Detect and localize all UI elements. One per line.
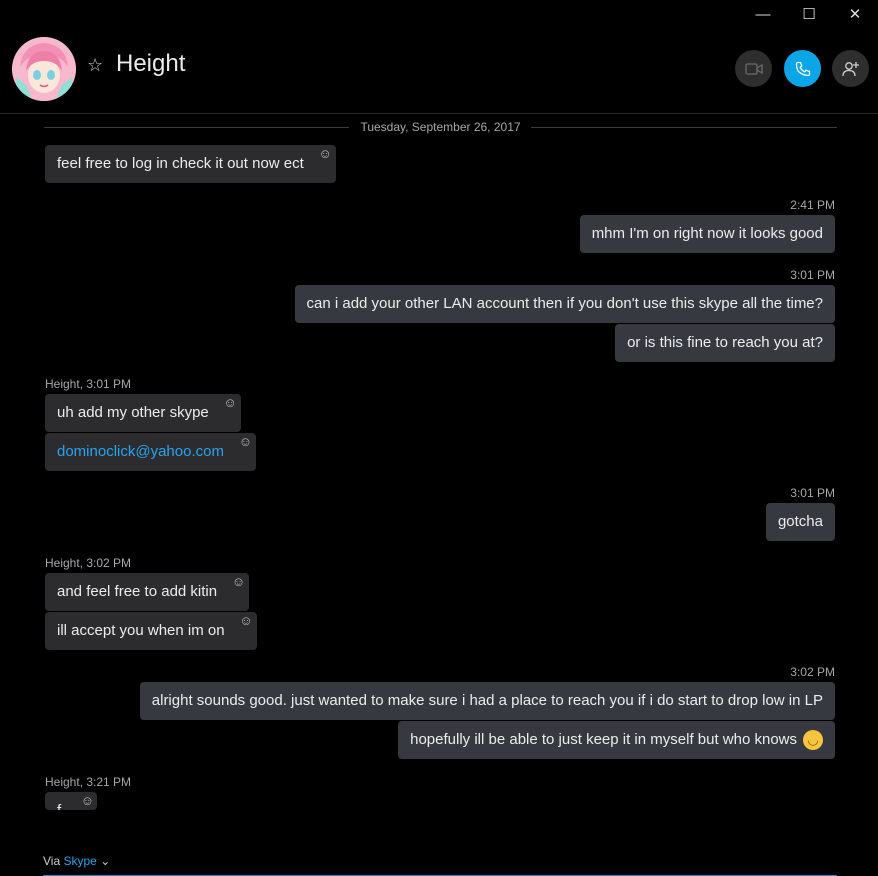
message-timestamp: 3:01 PM bbox=[790, 486, 835, 500]
message-bubble-outgoing[interactable]: hopefully ill be able to just keep it in… bbox=[398, 721, 835, 759]
date-separator-label: Tuesday, September 26, 2017 bbox=[350, 120, 531, 134]
message-timestamp: 2:41 PM bbox=[790, 198, 835, 212]
message-bubble-incoming[interactable]: feel free to log in check it out now ect… bbox=[45, 145, 336, 183]
message-timestamp: 3:02 PM bbox=[790, 665, 835, 679]
message-bubble-incoming[interactable]: ill accept you when im on ☺ bbox=[45, 612, 257, 650]
minimize-icon: — bbox=[755, 5, 771, 23]
message-bubble-incoming[interactable]: f ☺ bbox=[45, 792, 97, 810]
maximize-button[interactable]: ☐ bbox=[786, 0, 832, 28]
add-people-button[interactable] bbox=[832, 50, 869, 87]
minimize-button[interactable]: — bbox=[740, 0, 786, 28]
message-bubble-outgoing[interactable]: or is this fine to reach you at? bbox=[615, 324, 835, 362]
message-bubble-outgoing[interactable]: gotcha bbox=[765, 503, 835, 541]
conversation-header: ☆ Height bbox=[0, 28, 878, 114]
video-camera-icon bbox=[744, 62, 763, 75]
message-bubble-outgoing[interactable]: alright sounds good. just wanted to make… bbox=[139, 682, 835, 720]
avatar[interactable] bbox=[12, 37, 76, 101]
add-reaction-icon[interactable]: ☺ bbox=[223, 396, 236, 410]
message-text: hopefully ill be able to just keep it in… bbox=[410, 731, 797, 748]
message-text: gotcha bbox=[777, 513, 823, 530]
favorite-star-icon[interactable]: ☆ bbox=[87, 55, 103, 76]
maximize-icon: ☐ bbox=[802, 6, 816, 23]
compose-area[interactable]: Via Skype ⌄ bbox=[43, 845, 837, 876]
date-separator: Tuesday, September 26, 2017 bbox=[44, 120, 837, 134]
contact-name[interactable]: Height bbox=[116, 50, 185, 78]
message-bubble-outgoing[interactable]: can i add your other LAN account then if… bbox=[294, 285, 835, 323]
message-text: or is this fine to reach you at? bbox=[627, 334, 823, 351]
message-timestamp: 3:01 PM bbox=[790, 268, 835, 282]
phone-icon bbox=[795, 61, 810, 76]
add-reaction-icon[interactable]: ☺ bbox=[239, 614, 252, 628]
message-text: ill accept you when im on bbox=[57, 622, 225, 639]
message-bubble-incoming[interactable]: dominoclick@yahoo.com ☺ bbox=[45, 433, 256, 471]
via-selector[interactable]: Via Skype ⌄ bbox=[43, 854, 110, 868]
message-sender-time: Height, 3:01 PM bbox=[45, 377, 132, 391]
close-icon: ✕ bbox=[848, 6, 862, 23]
close-button[interactable]: ✕ bbox=[832, 0, 878, 28]
message-bubble-incoming[interactable]: uh add my other skype ☺ bbox=[45, 394, 241, 432]
message-list[interactable]: Tuesday, September 26, 2017 feel free to… bbox=[0, 114, 878, 810]
smile-emoji-icon: ◡ bbox=[803, 730, 823, 751]
message-text: feel free to log in check it out now ect bbox=[57, 155, 304, 172]
add-reaction-icon[interactable]: ☺ bbox=[239, 435, 252, 449]
message-text: alright sounds good. just wanted to make… bbox=[151, 692, 823, 709]
via-source[interactable]: Skype bbox=[63, 854, 96, 868]
message-sender-time: Height, 3:02 PM bbox=[45, 556, 132, 570]
chevron-down-icon[interactable]: ⌄ bbox=[100, 854, 110, 868]
email-link[interactable]: dominoclick@yahoo.com bbox=[57, 443, 224, 460]
audio-call-button[interactable] bbox=[784, 50, 821, 87]
message-bubble-incoming[interactable]: and feel free to add kitin ☺ bbox=[45, 573, 250, 611]
message-text: can i add your other LAN account then if… bbox=[306, 295, 824, 312]
video-call-button[interactable] bbox=[735, 50, 772, 87]
message-text: uh add my other skype bbox=[57, 404, 209, 421]
window-controls: — ☐ ✕ bbox=[740, 0, 878, 28]
message-text: f bbox=[57, 802, 61, 810]
message-text: mhm I'm on right now it looks good bbox=[591, 225, 823, 242]
message-text: and feel free to add kitin bbox=[57, 583, 218, 600]
add-reaction-icon[interactable]: ☺ bbox=[319, 147, 332, 161]
add-reaction-icon[interactable]: ☺ bbox=[232, 575, 245, 589]
message-sender-time: Height, 3:21 PM bbox=[45, 775, 132, 789]
add-person-icon bbox=[841, 61, 859, 76]
via-label: Via bbox=[43, 854, 61, 868]
add-reaction-icon[interactable]: ☺ bbox=[81, 794, 94, 808]
message-bubble-outgoing[interactable]: mhm I'm on right now it looks good bbox=[579, 215, 835, 253]
